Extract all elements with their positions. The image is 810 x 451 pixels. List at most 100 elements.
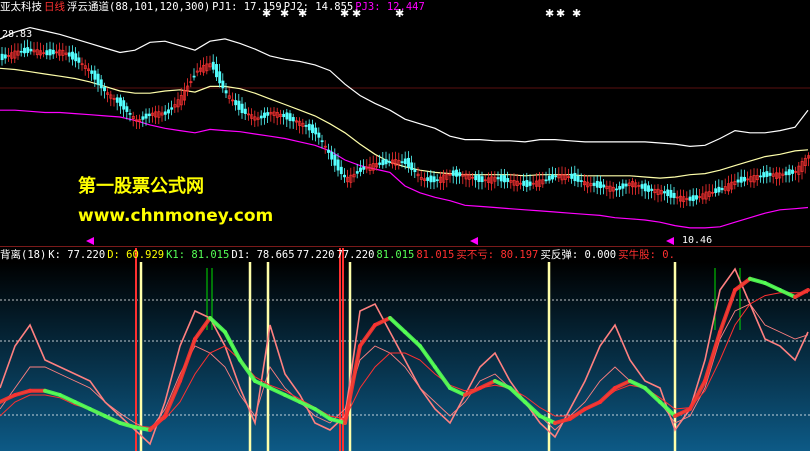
stock-name[interactable]: 亚太科技 bbox=[0, 1, 42, 13]
extra-value-3: 81.015 bbox=[376, 249, 415, 261]
candle-body bbox=[784, 171, 788, 176]
candle-body bbox=[48, 49, 52, 56]
candle-body bbox=[29, 48, 33, 52]
candle-body bbox=[759, 175, 762, 178]
candle-body bbox=[144, 113, 148, 119]
candle-body bbox=[602, 184, 606, 188]
candle-body bbox=[429, 175, 433, 183]
candle-body bbox=[330, 151, 334, 160]
extra-value-1: 77.220 bbox=[296, 249, 335, 261]
candle-body bbox=[506, 178, 510, 182]
candle-body bbox=[525, 180, 529, 188]
pj2-value: PJ2: 14.855 bbox=[283, 1, 354, 13]
candle-body bbox=[762, 172, 766, 178]
candle-body bbox=[19, 50, 23, 53]
candle-body bbox=[192, 75, 196, 78]
candle-body bbox=[736, 179, 740, 183]
watermark-title: 第一股票公式网 bbox=[78, 176, 204, 197]
candle-body bbox=[147, 113, 151, 117]
candle-body bbox=[339, 166, 343, 175]
candle-body bbox=[224, 90, 228, 94]
candle-body bbox=[647, 185, 650, 192]
candle-body bbox=[77, 57, 81, 63]
candle-body bbox=[624, 183, 628, 187]
candle-body bbox=[579, 180, 583, 182]
candle-body bbox=[592, 182, 596, 186]
candle-body bbox=[285, 112, 289, 120]
candle-body bbox=[691, 195, 695, 202]
candle-body bbox=[474, 175, 478, 181]
candle-body bbox=[544, 179, 548, 182]
candle-body bbox=[669, 189, 673, 198]
candle-body bbox=[71, 51, 74, 60]
candle-body bbox=[122, 100, 126, 110]
buy-rebound-value: 买反弹: 0.000 bbox=[540, 249, 617, 261]
candle-body bbox=[45, 50, 49, 56]
candle-body bbox=[387, 161, 391, 163]
candle-body bbox=[311, 124, 314, 134]
candle-body bbox=[477, 174, 481, 182]
candle-body bbox=[551, 174, 554, 180]
pj3-value: PJ3: 12.447 bbox=[355, 1, 425, 13]
right-marker-icon bbox=[666, 237, 674, 245]
candle-body bbox=[167, 109, 170, 114]
candle-body bbox=[115, 97, 119, 103]
candle-body bbox=[93, 70, 97, 80]
candle-body bbox=[403, 158, 407, 165]
candle-body bbox=[243, 108, 247, 114]
candle-body bbox=[643, 183, 647, 192]
candle-body bbox=[384, 159, 388, 165]
lower-panel-header: 背离(18) K: 77.220 D: 60.929 K1: 81.015 D1: 78… bbox=[0, 248, 810, 262]
candle-body bbox=[314, 127, 318, 135]
candle-body bbox=[714, 188, 718, 194]
candle-body bbox=[320, 140, 324, 143]
candle-body bbox=[125, 106, 129, 112]
price-high-label: 28.83 bbox=[2, 29, 33, 40]
candle-body bbox=[67, 52, 71, 57]
extra-value-2: 77.220 bbox=[336, 249, 375, 261]
candle-body bbox=[599, 181, 602, 189]
extra-value-4: 81.015 bbox=[416, 249, 455, 261]
candle-body bbox=[426, 177, 430, 181]
price-low-label: 10.46 bbox=[682, 235, 713, 246]
candle-body bbox=[221, 80, 225, 89]
candle-body bbox=[458, 172, 462, 177]
candle-body bbox=[307, 123, 311, 131]
d1-value: D1: 78.665 bbox=[231, 249, 295, 261]
indicator-name[interactable]: 浮云通道(88,101,120,300) bbox=[67, 1, 210, 13]
candle-body bbox=[381, 159, 385, 166]
candle-body bbox=[23, 47, 26, 54]
buy-bull-value: 买牛股: 0. bbox=[618, 249, 675, 261]
candle-body bbox=[99, 79, 103, 89]
candle-body bbox=[355, 171, 359, 174]
candle-body bbox=[266, 112, 270, 116]
candle-body bbox=[240, 103, 244, 114]
candle-body bbox=[528, 181, 532, 186]
channel-line-upper bbox=[0, 26, 809, 148]
candle-body bbox=[211, 61, 215, 70]
candle-body bbox=[234, 100, 238, 106]
candle-body bbox=[791, 169, 794, 174]
candle-body bbox=[743, 176, 746, 182]
candle-body bbox=[141, 116, 145, 120]
candle-body bbox=[333, 154, 337, 166]
candle-body bbox=[343, 174, 346, 178]
candle-body bbox=[765, 171, 769, 177]
candle-body bbox=[362, 166, 366, 170]
candle-body bbox=[96, 73, 100, 85]
candle-body bbox=[407, 157, 410, 168]
candle-body bbox=[615, 188, 618, 191]
candle-body bbox=[336, 159, 340, 171]
candle-body bbox=[26, 47, 30, 53]
candle-body bbox=[3, 54, 7, 59]
candle-body bbox=[522, 180, 526, 186]
candle-body bbox=[215, 64, 218, 78]
indicator-name-divergence[interactable]: 背离(18) bbox=[0, 249, 46, 261]
candle-body bbox=[237, 100, 241, 110]
period-label[interactable]: 日线 bbox=[44, 1, 65, 13]
candle-body bbox=[413, 169, 417, 173]
candle-body bbox=[573, 172, 577, 182]
pj1-value: PJ1: 17.159 bbox=[212, 1, 282, 13]
candle-body bbox=[451, 170, 455, 176]
candle-body bbox=[666, 189, 670, 197]
